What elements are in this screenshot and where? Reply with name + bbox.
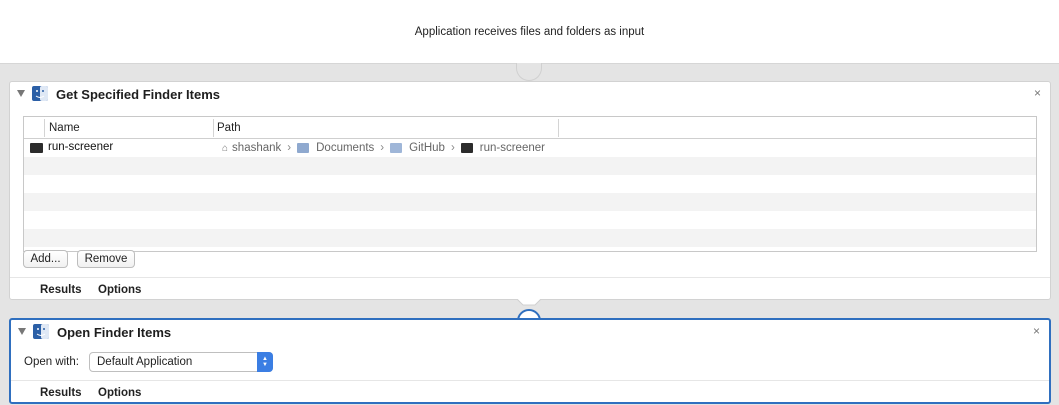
remove-button[interactable]: Remove — [77, 250, 135, 268]
action-get-specified-finder-items[interactable]: Get Specified Finder Items × Name Path r… — [9, 81, 1051, 300]
action-open-finder-items[interactable]: Open Finder Items × Open with: Default A… — [9, 318, 1051, 404]
table-row[interactable]: run-screener ⌂ shashank › Documents › Gi… — [24, 139, 1036, 157]
table-row-empty — [24, 175, 1036, 193]
open-with-value: Default Application — [97, 356, 193, 368]
home-icon: ⌂ — [222, 142, 229, 154]
folder-icon — [460, 143, 473, 153]
column-header-path[interactable]: Path — [217, 122, 241, 134]
finder-icon — [33, 324, 49, 339]
github-folder-icon — [390, 143, 403, 153]
action-title: Get Specified Finder Items — [56, 87, 220, 102]
results-tab[interactable]: Results — [40, 284, 82, 296]
close-action-icon[interactable]: × — [1034, 86, 1041, 100]
path-segment: run-screener — [479, 142, 545, 154]
popup-arrows-icon[interactable]: ▲ ▼ — [257, 352, 273, 372]
action-title: Open Finder Items — [57, 325, 172, 340]
disclosure-triangle-icon[interactable] — [17, 90, 25, 97]
path-breadcrumb: ⌂ shashank › Documents › GitHub › run-sc… — [222, 142, 545, 154]
column-separator — [44, 119, 45, 137]
results-tab[interactable]: Results — [40, 387, 82, 399]
table-row-empty — [24, 193, 1036, 211]
action-footer: Results Options — [10, 277, 1050, 301]
path-segment: GitHub — [409, 142, 445, 154]
top-connector — [516, 63, 542, 81]
finder-icon — [32, 86, 48, 101]
table-header: Name Path — [24, 117, 1036, 139]
path-segment: Documents — [316, 142, 375, 154]
options-tab[interactable]: Options — [98, 387, 141, 399]
row-name: run-screener — [48, 141, 114, 153]
path-separator: › — [380, 142, 385, 154]
documents-folder-icon — [297, 143, 310, 153]
folder-icon — [30, 143, 43, 153]
column-header-name[interactable]: Name — [49, 122, 80, 134]
table-row-empty — [24, 211, 1036, 229]
open-with-label: Open with: — [24, 356, 79, 368]
table-row-empty — [24, 157, 1036, 175]
finder-items-table[interactable]: Name Path run-screener ⌂ shashank › Docu… — [23, 116, 1037, 252]
path-segment: shashank — [232, 142, 282, 154]
action-header: Get Specified Finder Items × — [10, 82, 1050, 106]
workflow-input-text: Application receives files and folders a… — [414, 25, 645, 38]
column-separator — [213, 119, 214, 137]
add-button[interactable]: Add... — [23, 250, 68, 268]
options-tab[interactable]: Options — [98, 284, 141, 296]
close-action-icon[interactable]: × — [1033, 324, 1040, 338]
path-separator: › — [450, 142, 455, 154]
disclosure-triangle-icon[interactable] — [18, 328, 26, 335]
table-row-empty — [24, 229, 1036, 247]
action-header: Open Finder Items × — [11, 320, 1049, 344]
column-separator — [558, 119, 559, 137]
action-footer: Results Options — [11, 380, 1049, 404]
open-with-popup[interactable]: Default Application ▲ ▼ — [89, 352, 273, 372]
path-separator: › — [287, 142, 292, 154]
workflow-input-banner: Application receives files and folders a… — [0, 0, 1059, 64]
